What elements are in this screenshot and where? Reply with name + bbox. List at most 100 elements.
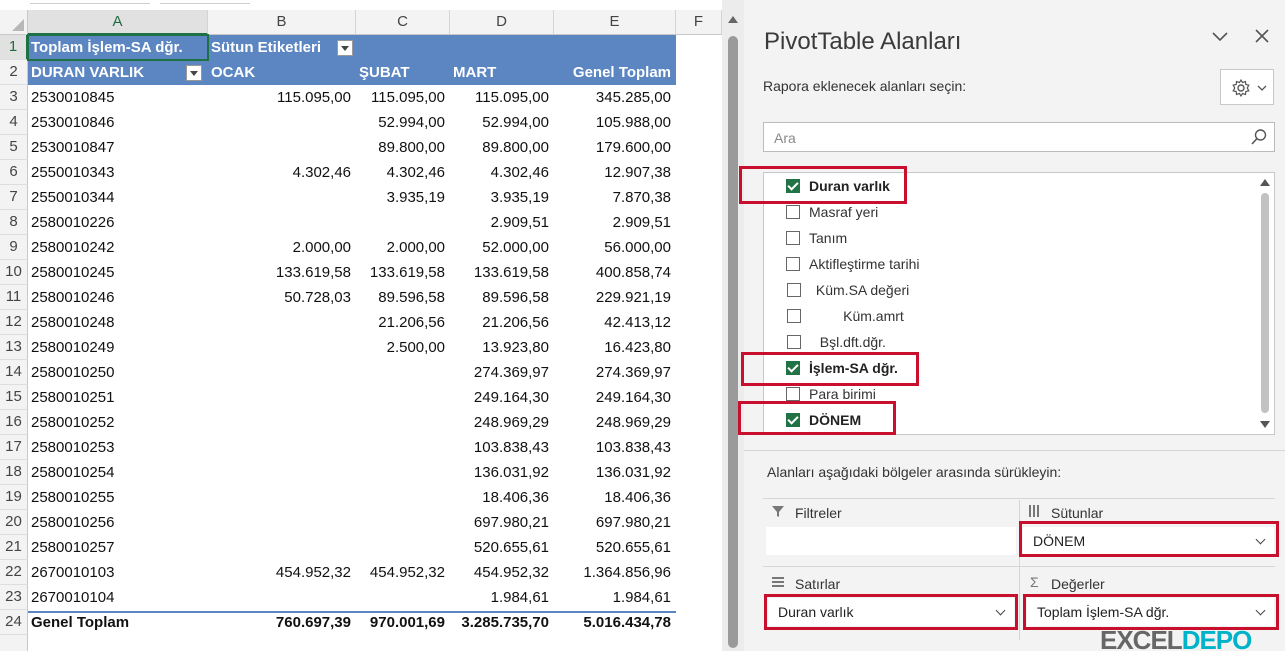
row-header-21[interactable]: 21	[0, 535, 28, 560]
value-cell[interactable]: 89.800,00	[356, 135, 450, 160]
row-header-3[interactable]: 3	[0, 85, 28, 110]
row-label-cell[interactable]: 2530010845	[28, 85, 208, 110]
row-header-partial[interactable]	[0, 635, 28, 651]
value-cell[interactable]: 13.923,80	[450, 335, 554, 360]
value-cell[interactable]	[208, 460, 356, 485]
row-label-cell[interactable]: 2670010103	[28, 560, 208, 585]
row-label-cell[interactable]: 2550010344	[28, 185, 208, 210]
value-cell[interactable]: 248.969,29	[450, 410, 554, 435]
row-labels-filter-button[interactable]	[186, 65, 202, 81]
checkbox-unchecked-icon[interactable]	[786, 257, 800, 271]
field-item[interactable]: Küm.amrt	[764, 303, 1254, 329]
value-cell[interactable]: 1.364.856,96	[554, 560, 676, 585]
value-cell[interactable]: 7.870,38	[554, 185, 676, 210]
value-cell[interactable]	[208, 385, 356, 410]
value-cell[interactable]: 2.500,00	[356, 335, 450, 360]
row-header-10[interactable]: 10	[0, 260, 28, 285]
close-icon[interactable]	[1252, 26, 1272, 52]
value-cell[interactable]: 133.619,58	[208, 260, 356, 285]
row-header-15[interactable]: 15	[0, 385, 28, 410]
row-header-2[interactable]: 2	[0, 60, 28, 85]
row-label-cell[interactable]: 2580010248	[28, 310, 208, 335]
row-label-cell[interactable]: 2580010226	[28, 210, 208, 235]
value-cell[interactable]: 115.095,00	[450, 85, 554, 110]
value-cell[interactable]: 50.728,03	[208, 285, 356, 310]
value-cell[interactable]: 103.838,43	[554, 435, 676, 460]
value-cell[interactable]: 89.596,58	[356, 285, 450, 310]
value-cell[interactable]	[208, 510, 356, 535]
row-label-cell[interactable]: 2580010257	[28, 535, 208, 560]
value-cell[interactable]	[208, 585, 356, 610]
value-cell[interactable]: 52.994,00	[450, 110, 554, 135]
value-cell[interactable]: 4.302,46	[450, 160, 554, 185]
value-cell[interactable]	[208, 210, 356, 235]
checkbox-unchecked-icon[interactable]	[786, 205, 800, 219]
checkbox-unchecked-icon[interactable]	[787, 283, 801, 297]
grand-total-cell[interactable]: 970.001,69	[356, 610, 450, 635]
value-cell[interactable]	[356, 385, 450, 410]
column-labels-filter-button[interactable]	[337, 40, 353, 56]
row-label-cell[interactable]: 2580010252	[28, 410, 208, 435]
row-header-14[interactable]: 14	[0, 360, 28, 385]
field-list-scroll-thumb[interactable]	[1261, 193, 1269, 413]
value-cell[interactable]: 103.838,43	[450, 435, 554, 460]
row-header-22[interactable]: 22	[0, 560, 28, 585]
row-label-cell[interactable]: 2580010245	[28, 260, 208, 285]
worksheet[interactable]: A B C D E F 1 2 Toplam İşlem-SA dğr. Süt…	[0, 0, 722, 651]
value-cell[interactable]: 18.406,36	[450, 485, 554, 510]
value-cell[interactable]: 21.206,56	[450, 310, 554, 335]
grand-total-cell[interactable]: 5.016.434,78	[554, 610, 676, 635]
grand-total-cell[interactable]: 760.697,39	[208, 610, 356, 635]
value-cell[interactable]: 21.206,56	[356, 310, 450, 335]
value-cell[interactable]: 3.935,19	[356, 185, 450, 210]
row-header-19[interactable]: 19	[0, 485, 28, 510]
value-cell[interactable]: 89.800,00	[450, 135, 554, 160]
row-label-cell[interactable]: 2580010255	[28, 485, 208, 510]
row-header-12[interactable]: 12	[0, 310, 28, 335]
row-header-1[interactable]: 1	[0, 35, 28, 60]
row-label-cell[interactable]: 2580010250	[28, 360, 208, 385]
pivot-row-header-cell[interactable]: DURAN VARLIK	[28, 60, 188, 85]
row-header-4[interactable]: 4	[0, 110, 28, 135]
value-cell[interactable]	[356, 360, 450, 385]
value-cell[interactable]: 52.994,00	[356, 110, 450, 135]
column-header-f[interactable]: F	[676, 10, 722, 35]
value-cell[interactable]	[356, 585, 450, 610]
value-cell[interactable]: 2.909,51	[450, 210, 554, 235]
value-cell[interactable]: 2.000,00	[208, 235, 356, 260]
value-cell[interactable]	[356, 410, 450, 435]
value-cell[interactable]: 52.000,00	[450, 235, 554, 260]
field-search-input[interactable]	[772, 129, 1236, 147]
value-cell[interactable]: 2.909,51	[554, 210, 676, 235]
value-cell[interactable]: 115.095,00	[356, 85, 450, 110]
row-label-cell[interactable]: 2580010242	[28, 235, 208, 260]
checkbox-unchecked-icon[interactable]	[787, 309, 801, 323]
value-cell[interactable]: 12.907,38	[554, 160, 676, 185]
value-cell[interactable]: 136.031,92	[554, 460, 676, 485]
value-cell[interactable]: 4.302,46	[356, 160, 450, 185]
value-cell[interactable]: 249.164,30	[450, 385, 554, 410]
filters-drop-zone[interactable]	[766, 527, 1016, 555]
field-item[interactable]: Aktifleştirme tarihi	[764, 251, 1254, 277]
value-cell[interactable]: 133.619,58	[450, 260, 554, 285]
value-cell[interactable]: 1.984,61	[554, 585, 676, 610]
value-cell[interactable]: 520.655,61	[554, 535, 676, 560]
value-cell[interactable]: 229.921,19	[554, 285, 676, 310]
value-cell[interactable]: 18.406,36	[554, 485, 676, 510]
search-icon[interactable]	[1250, 128, 1268, 146]
row-header-5[interactable]: 5	[0, 135, 28, 160]
value-cell[interactable]	[356, 485, 450, 510]
scroll-down-icon[interactable]	[1260, 421, 1270, 428]
value-cell[interactable]: 89.596,58	[450, 285, 554, 310]
grand-total-cell[interactable]: Genel Toplam	[28, 610, 208, 635]
value-cell[interactable]: 697.980,21	[450, 510, 554, 535]
row-header-7[interactable]: 7	[0, 185, 28, 210]
value-cell[interactable]: 105.988,00	[554, 110, 676, 135]
value-cell[interactable]	[356, 535, 450, 560]
value-cell[interactable]	[208, 535, 356, 560]
chevron-down-icon[interactable]	[1210, 26, 1230, 52]
grand-total-cell[interactable]: 3.285.735,70	[450, 610, 554, 635]
value-cell[interactable]: 345.285,00	[554, 85, 676, 110]
column-header-a[interactable]: A	[28, 10, 208, 35]
value-cell[interactable]	[208, 435, 356, 460]
